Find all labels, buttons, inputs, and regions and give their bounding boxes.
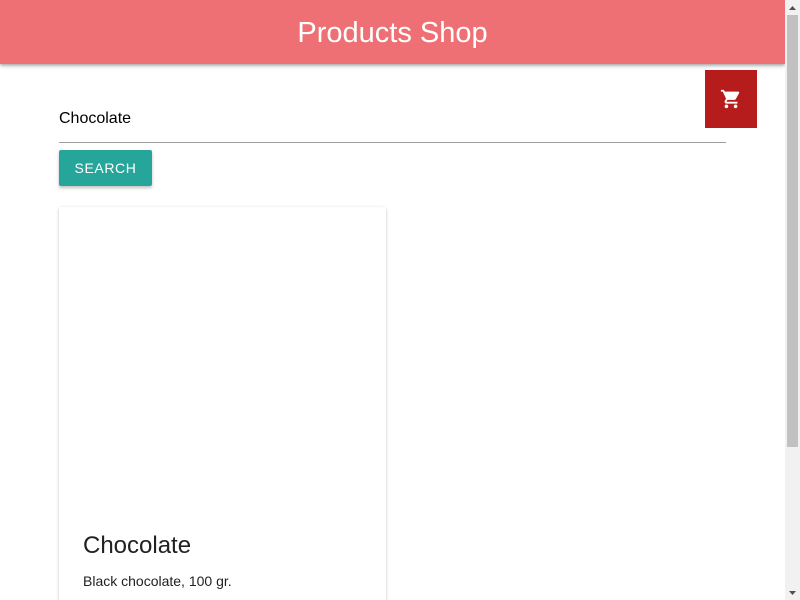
- shopping-cart-icon: [720, 89, 740, 109]
- page-content: Products Shop Search Chocolate Black cho…: [0, 0, 785, 600]
- page-title: Products Shop: [297, 16, 488, 49]
- search-input[interactable]: [59, 104, 726, 142]
- scroll-up-arrow-icon[interactable]: [785, 0, 800, 15]
- app-header: Products Shop: [0, 0, 785, 64]
- vertical-scrollbar[interactable]: [785, 0, 800, 600]
- search-field: [59, 104, 726, 143]
- product-image: [59, 207, 386, 507]
- scrollbar-thumb[interactable]: [787, 15, 798, 447]
- product-card[interactable]: Chocolate Black chocolate, 100 gr.: [59, 207, 386, 600]
- cart-button[interactable]: [705, 70, 757, 128]
- product-description: Black chocolate, 100 gr.: [83, 573, 232, 589]
- search-button[interactable]: Search: [59, 150, 152, 186]
- product-name: Chocolate: [83, 532, 192, 559]
- scroll-down-arrow-icon[interactable]: [785, 585, 800, 600]
- browser-viewport: Products Shop Search Chocolate Black cho…: [0, 0, 800, 600]
